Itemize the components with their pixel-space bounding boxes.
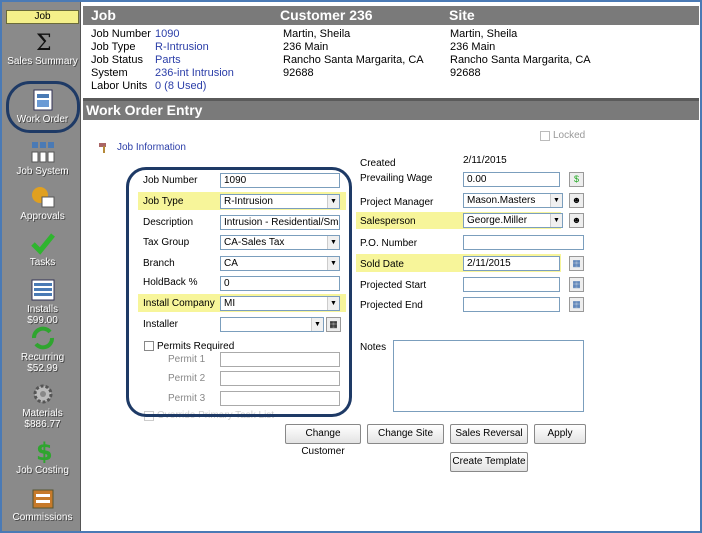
customer-city: Rancho Santa Margarita, CA (283, 54, 424, 66)
create-template-button[interactable]: Create Template (450, 452, 528, 472)
po-number-label: P.O. Number (360, 238, 418, 249)
site-zip: 92688 (450, 67, 481, 79)
person-lookup-icon[interactable]: ☻ (569, 193, 584, 208)
sidebar-item-recurring[interactable]: Recurring $52.99 (6, 326, 79, 374)
sold-date-field[interactable]: 2/11/2015 (463, 256, 560, 271)
job-info-highlight-circle (126, 167, 352, 417)
dollar-icon: $ (36, 439, 53, 463)
projected-start-label: Projected Start (360, 280, 427, 291)
sigma-icon: Σ (36, 31, 52, 54)
labor-units-label: Labor Units (91, 80, 148, 92)
sold-date-label: Sold Date (360, 259, 404, 270)
customer-name: Martin, Sheila (283, 28, 351, 40)
created-value: 2/11/2015 (463, 155, 507, 166)
calendar-icon[interactable]: ▦ (569, 277, 584, 292)
apply-button[interactable]: Apply (534, 424, 586, 444)
projected-end-label: Projected End (360, 300, 423, 311)
notes-field[interactable] (393, 340, 584, 412)
job-type-label: Job Type (91, 41, 136, 53)
gear-icon (33, 384, 52, 404)
locked-checkbox[interactable] (540, 131, 550, 141)
customer-address: 236 Main (283, 41, 329, 53)
sidebar-item-job-costing[interactable]: $ Job Costing (6, 439, 79, 476)
sidebar-item-label: Installs (26, 304, 59, 315)
salesperson-value: George.Miller (467, 215, 528, 226)
customer-zip: 92688 (283, 67, 314, 79)
approvals-icon (31, 187, 54, 208)
sidebar-item-materials[interactable]: Materials $886.77 (6, 382, 79, 430)
job-number-label: Job Number (91, 28, 151, 40)
projected-start-field[interactable] (463, 277, 560, 292)
sidebar-item-label: Recurring (20, 352, 65, 363)
job-information-link[interactable]: Job Information (117, 142, 186, 153)
sidebar-item-amount: $886.77 (24, 419, 61, 430)
header-job-title: Job (91, 7, 116, 23)
sidebar-item-commissions[interactable]: Commissions (6, 486, 79, 523)
labor-units-value[interactable]: 0 (8 Used) (155, 80, 206, 93)
hammer-icon (99, 143, 106, 153)
sidebar-item-job-system[interactable]: Job System (6, 140, 79, 177)
sidebar-tab-job[interactable]: Job (6, 10, 79, 24)
chevron-down-icon[interactable]: ▼ (550, 194, 562, 207)
svg-text:Σ: Σ (36, 31, 52, 54)
created-label: Created (360, 158, 396, 169)
change-site-button[interactable]: Change Site (367, 424, 444, 444)
sidebar-item-label: Job System (16, 166, 69, 177)
chevron-down-icon[interactable]: ▼ (550, 214, 562, 227)
header-site-title: Site (449, 7, 475, 23)
sidebar-item-label: Approvals (20, 211, 65, 222)
installs-icon (31, 279, 54, 301)
calendar-icon[interactable]: ▦ (569, 297, 584, 312)
po-number-field[interactable] (463, 235, 584, 250)
sidebar-item-installs[interactable]: Installs $99.00 (6, 278, 79, 326)
header-bar: Job Customer 236 Site (83, 6, 699, 25)
notes-label: Notes (360, 342, 387, 353)
salesperson-label: Salesperson (360, 216, 416, 227)
sidebar-item-label: Materials (22, 408, 63, 419)
header-info: Job Number 1090 Job Type R-Intrusion Job… (83, 25, 699, 97)
calendar-icon[interactable]: ▦ (569, 256, 584, 271)
job-type-value[interactable]: R-Intrusion (155, 41, 209, 54)
header-customer-title: Customer 236 (280, 7, 373, 23)
sidebar-item-amount: $99.00 (27, 315, 58, 326)
job-number-value[interactable]: 1090 (155, 28, 179, 41)
salesperson-select[interactable]: George.Miller ▼ (463, 213, 563, 228)
project-manager-label: Project Manager (360, 197, 434, 208)
projected-end-field[interactable] (463, 297, 560, 312)
svg-text:$: $ (36, 439, 53, 463)
dollar-icon[interactable]: $ (569, 172, 584, 187)
person-lookup-icon[interactable]: ☻ (569, 213, 584, 228)
sidebar-item-label: Tasks (29, 257, 56, 268)
sidebar-item-approvals[interactable]: Approvals (6, 185, 79, 222)
sidebar-item-amount: $52.99 (27, 363, 58, 374)
sidebar-item-label: Sales Summary (7, 56, 78, 67)
job-system-icon (31, 142, 54, 163)
sales-reversal-button[interactable]: Sales Reversal (450, 424, 528, 444)
system-label: System (91, 67, 128, 79)
sidebar: Job Σ Sales Summary Work Order Job Syste… (2, 2, 81, 531)
commissions-icon (32, 489, 53, 509)
project-manager-value: Mason.Masters (467, 195, 536, 206)
site-city: Rancho Santa Margarita, CA (450, 54, 591, 66)
prevailing-wage-field[interactable]: 0.00 (463, 172, 560, 187)
checkmark-icon (30, 233, 55, 255)
change-customer-button[interactable]: Change Customer (285, 424, 361, 457)
project-manager-select[interactable]: Mason.Masters ▼ (463, 193, 563, 208)
sidebar-item-label: Job Costing (16, 465, 69, 476)
site-address: 236 Main (450, 41, 496, 53)
job-status-label: Job Status (91, 54, 143, 66)
sidebar-item-label: Commissions (12, 512, 73, 523)
sidebar-item-tasks[interactable]: Tasks (6, 231, 79, 268)
sidebar-item-sales-summary[interactable]: Σ Sales Summary (6, 30, 79, 67)
prevailing-wage-label: Prevailing Wage (360, 173, 433, 184)
work-order-highlight-circle (6, 81, 80, 133)
job-status-value[interactable]: Parts (155, 54, 181, 67)
site-name: Martin, Sheila (450, 28, 518, 40)
locked-label: Locked (553, 130, 586, 141)
section-title: Work Order Entry (83, 101, 699, 120)
recurring-icon (31, 326, 54, 350)
system-value[interactable]: 236-int Intrusion (155, 67, 234, 80)
